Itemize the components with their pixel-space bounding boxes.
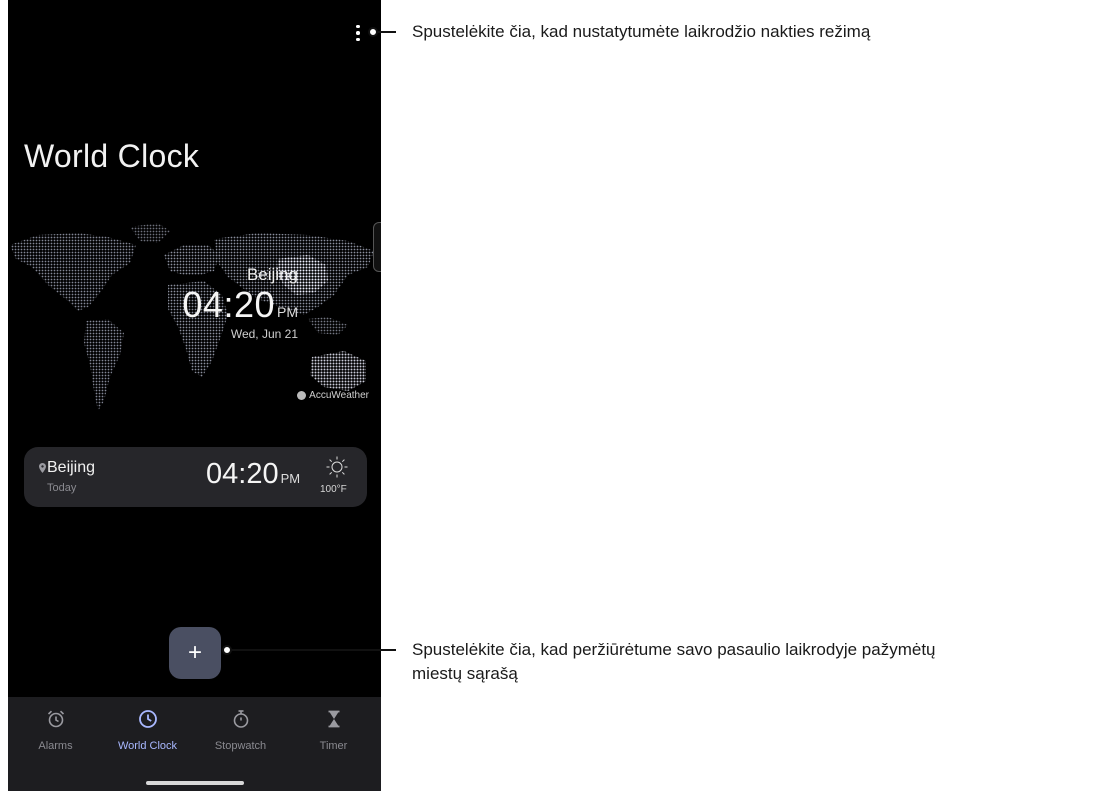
nav-item-world-clock[interactable]: World Clock [101,709,194,752]
nav-item-alarms[interactable]: Alarms [9,709,102,752]
callout-dot-menu [368,27,378,37]
overflow-menu-icon[interactable] [351,20,365,46]
nav-label-alarms: Alarms [38,740,73,752]
city-time: 04:20 [206,458,279,490]
map-time: 04:20 [182,284,275,325]
phone-screen: World Clock Beijing 04:20 PM Wed, Jun 21… [8,0,381,791]
location-pin-icon [39,463,46,473]
bottom-navigation: Alarms World Clock Stopwatch Timer [8,697,381,791]
accuweather-logo: AccuWeather [297,390,369,401]
stopwatch-icon [233,710,248,728]
accuweather-icon [297,391,307,400]
add-city-button[interactable]: + [169,627,221,679]
callout-text-menu: Spustelėkite čia, kad nustatytumėte laik… [412,22,871,41]
city-name: Beijing [47,459,96,476]
nav-label-timer: Timer [319,740,348,752]
alarm-icon [47,710,64,728]
nav-label-world-clock: World Clock [117,740,178,752]
city-time-row: 04:20 PM [206,458,300,491]
callout-dot-add [222,645,232,655]
city-day: Today [47,482,77,494]
map-city-info: Beijing 04:20 PM Wed, Jun 21 [168,265,298,341]
callout-text-add-line1: Spustelėkite čia, kad peržiūrėtume savo … [412,640,936,659]
map-ampm: PM [277,304,298,320]
page-title: World Clock [24,138,200,174]
callout-line-add [232,649,396,651]
side-panel-handle[interactable] [373,222,381,272]
nav-item-timer[interactable]: Timer [287,709,380,752]
temperature: 100°F [320,484,347,495]
city-ampm: PM [280,471,301,486]
home-indicator[interactable] [146,781,244,785]
hourglass-icon [328,710,339,728]
map-city-name: Beijing [246,265,298,284]
clock-icon [138,710,157,728]
nav-item-stopwatch[interactable]: Stopwatch [194,709,287,752]
nav-label-stopwatch: Stopwatch [214,740,267,752]
accuweather-label: AccuWeather [309,390,369,401]
callout-text-add-line2: miestų sąrašą [412,664,518,683]
sunny-icon [326,456,348,478]
map-time-row: 04:20 PM [168,287,298,323]
map-date: Wed, Jun 21 [230,327,298,341]
city-card-beijing[interactable]: Beijing Today 04:20 PM 100°F [24,447,367,507]
callout-line-menu [378,31,396,33]
